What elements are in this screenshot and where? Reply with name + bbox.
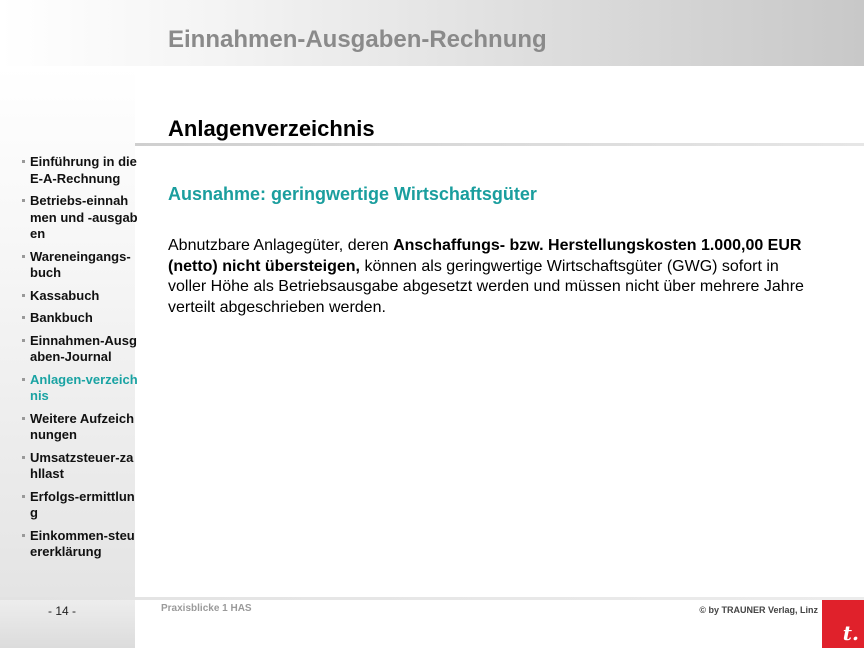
- footer-copyright: © by TRAUNER Verlag, Linz: [699, 605, 818, 615]
- trauner-logo: t.: [822, 600, 864, 648]
- slide-title: Anlagenverzeichnis: [168, 116, 375, 141]
- bullet-icon: [22, 377, 25, 381]
- bullet-icon: [22, 455, 25, 459]
- header-title: Einnahmen-Ausgaben-Rechnung: [168, 26, 547, 53]
- sidebar-item-einfuehrung[interactable]: Einführung in die E-A-Rechnung: [22, 154, 138, 187]
- sidebar-item-label: Erfolgs-ermittlung: [30, 488, 135, 521]
- sidebar-nav: Einführung in die E-A-Rechnung Betriebs-…: [22, 154, 138, 567]
- title-divider: [135, 143, 864, 146]
- logo-letter: t.: [842, 621, 859, 645]
- sidebar-item-label: Betriebs-einnahmen und -ausgaben: [30, 193, 138, 241]
- sidebar-item-betriebseinnahmen[interactable]: Betriebs-einnahmen und -ausgaben: [22, 193, 138, 243]
- bullet-icon: [22, 293, 25, 297]
- sidebar-item-label: Einnahmen-Ausgaben-Journal: [30, 332, 137, 365]
- sidebar-item-label: Umsatzsteuer-zahllast: [30, 449, 134, 482]
- section-subheading: Ausnahme: geringwertige Wirtschaftsgüter: [168, 184, 537, 204]
- bullet-icon: [22, 160, 25, 163]
- bullet-icon: [22, 533, 25, 537]
- bullet-icon: [22, 416, 25, 420]
- sidebar-item-umsatzsteuerzahllast[interactable]: Umsatzsteuer-zahllast: [22, 450, 138, 483]
- bullet-icon: [22, 316, 25, 319]
- sidebar-item-kassabuch[interactable]: Kassabuch: [22, 288, 138, 305]
- body-text-intro: Abnutzbare Anlagegüter, deren: [168, 237, 394, 254]
- sidebar-item-einkommensteuererklaerung[interactable]: Einkommen-steuererklärung: [22, 528, 138, 561]
- bullet-icon: [22, 254, 25, 258]
- header-bar: Einnahmen-Ausgaben-Rechnung: [0, 0, 864, 66]
- sidebar-item-anlagenverzeichnis[interactable]: Anlagen-verzeichnis: [22, 372, 138, 405]
- bullet-icon: [22, 494, 25, 498]
- sidebar-item-journal[interactable]: Einnahmen-Ausgaben-Journal: [22, 333, 138, 366]
- sidebar-item-weitere-aufzeichnungen[interactable]: Weitere Aufzeichnungen: [22, 411, 138, 444]
- sidebar-item-label: Anlagen-verzeichnis: [30, 371, 138, 404]
- sidebar-item-label: Weitere Aufzeichnungen: [30, 410, 135, 443]
- bullet-icon: [22, 199, 25, 202]
- sidebar-item-wareneingangsbuch[interactable]: Wareneingangs-buch: [22, 249, 138, 282]
- body-paragraph: Abnutzbare Anlagegüter, deren Anschaffun…: [168, 236, 808, 318]
- footer-course-label: Praxisblicke 1 HAS: [161, 603, 252, 614]
- sidebar-item-label: Einführung in die E-A-Rechnung: [30, 154, 137, 186]
- bullet-icon: [22, 338, 25, 342]
- sidebar-item-label: Kassabuch: [30, 287, 100, 303]
- sidebar-item-erfolgsermittlung[interactable]: Erfolgs-ermittlung: [22, 489, 138, 522]
- page-number: - 14 -: [48, 604, 77, 618]
- sidebar-item-label: Wareneingangs-buch: [30, 248, 131, 281]
- sidebar-item-bankbuch[interactable]: Bankbuch: [22, 310, 138, 327]
- sidebar-item-label: Bankbuch: [30, 310, 93, 325]
- sidebar-item-label: Einkommen-steuererklärung: [30, 527, 135, 560]
